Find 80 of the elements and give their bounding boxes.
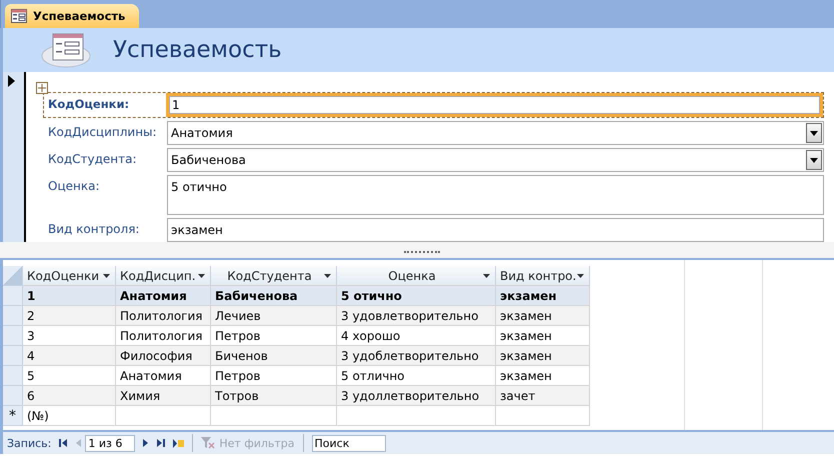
current-record-icon — [8, 75, 15, 87]
table-cell: 5 отично — [337, 286, 496, 306]
table-cell: 1 — [23, 286, 116, 306]
form-icon — [11, 9, 27, 23]
input-field[interactable]: 5 отично — [167, 175, 824, 215]
grip-icon — [404, 251, 440, 256]
table-cell: 5 отлично — [337, 366, 496, 386]
form-tab[interactable]: Успеваемость — [5, 4, 140, 28]
table-cell: 4 хорошо — [337, 326, 496, 346]
dropdown-button[interactable] — [806, 123, 822, 143]
column-header[interactable]: Оценка — [337, 266, 496, 286]
column-header[interactable]: КодДисцип. — [116, 266, 211, 286]
form-title: Успеваемость — [113, 37, 282, 63]
search-field[interactable]: Поиск — [312, 434, 386, 452]
filter-icon — [201, 437, 216, 449]
caret-icon — [810, 130, 818, 136]
row-selector[interactable] — [3, 366, 23, 386]
next-record-icon[interactable] — [143, 439, 150, 447]
table-cell: 4 — [23, 346, 116, 366]
caret-icon — [810, 158, 818, 162]
table-cell: Политология — [116, 306, 211, 326]
table-cell: 6 — [23, 386, 116, 406]
field-label: Оценка: — [48, 178, 100, 193]
table-cell: 3 удовлетворительно — [337, 306, 496, 326]
table-cell: 5 — [23, 366, 116, 386]
row-selector[interactable] — [3, 286, 23, 306]
table-cell: Бабиченова — [211, 286, 337, 306]
caret-icon — [198, 274, 205, 278]
table-cell: 3 — [23, 326, 116, 346]
record-label: Запись: — [7, 436, 52, 450]
table-cell: Политология — [116, 326, 211, 346]
table-cell: 3 удоллетворительно — [337, 386, 496, 406]
input-field[interactable]: экзамен — [167, 218, 824, 242]
table-cell: Петров — [211, 326, 337, 346]
table-cell: экзамен — [496, 326, 590, 346]
table-cell: Химия — [116, 386, 211, 406]
table-cell: экзамен — [496, 286, 590, 306]
dropdown-button[interactable] — [806, 150, 822, 170]
column-header[interactable]: КодСтудента — [211, 266, 337, 286]
row-selector[interactable] — [3, 386, 23, 406]
field-label: Вид контроля: — [48, 221, 140, 236]
move-handle-icon[interactable] — [36, 82, 48, 94]
row-selector[interactable] — [3, 346, 23, 366]
table-cell: Петров — [211, 366, 337, 386]
column-header[interactable]: Вид контро. — [496, 266, 590, 286]
form-icon — [41, 32, 91, 68]
field-label: КодСтудента: — [48, 151, 138, 166]
column-header[interactable]: КодОценки — [23, 266, 116, 286]
table-cell: Биченов — [211, 346, 337, 366]
table-cell: 2 — [23, 306, 116, 326]
caret-icon — [577, 274, 584, 278]
table-cell: 3 удоблетворительно — [337, 346, 496, 366]
last-record-icon[interactable] — [157, 439, 166, 447]
field-label: КодДисциплины: — [48, 124, 158, 139]
table-cell: Лечиев — [211, 306, 337, 326]
record-selector[interactable] — [3, 72, 26, 242]
table-cell: Анатомия — [116, 286, 211, 306]
combo-box[interactable]: Анатомия — [167, 121, 824, 145]
input-field[interactable]: 1 — [166, 93, 823, 117]
combo-box[interactable]: Бабиченова — [167, 148, 824, 172]
row-selector[interactable] — [3, 326, 23, 346]
table-cell: экзамен — [496, 346, 590, 366]
caret-icon — [103, 274, 110, 278]
table-cell: зачет — [496, 386, 590, 406]
record-number-field[interactable]: 1 из 6 — [85, 434, 136, 452]
caret-icon — [324, 274, 331, 278]
previous-record-icon[interactable] — [75, 439, 82, 447]
select-all-corner[interactable] — [3, 266, 23, 286]
first-record-icon[interactable] — [59, 439, 68, 447]
field-label: КодОценки: — [48, 96, 130, 111]
row-selector[interactable] — [3, 306, 23, 326]
new-record-icon[interactable] — [173, 438, 184, 448]
table-cell: экзамен — [496, 366, 590, 386]
table-cell: Тотров — [211, 386, 337, 406]
new-record-marker: * — [3, 406, 23, 426]
table-cell: Анатомия — [116, 366, 211, 386]
table-cell: Философия — [116, 346, 211, 366]
table-cell: экзамен — [496, 306, 590, 326]
table-cell: (№) — [23, 406, 116, 426]
caret-icon — [483, 274, 490, 278]
